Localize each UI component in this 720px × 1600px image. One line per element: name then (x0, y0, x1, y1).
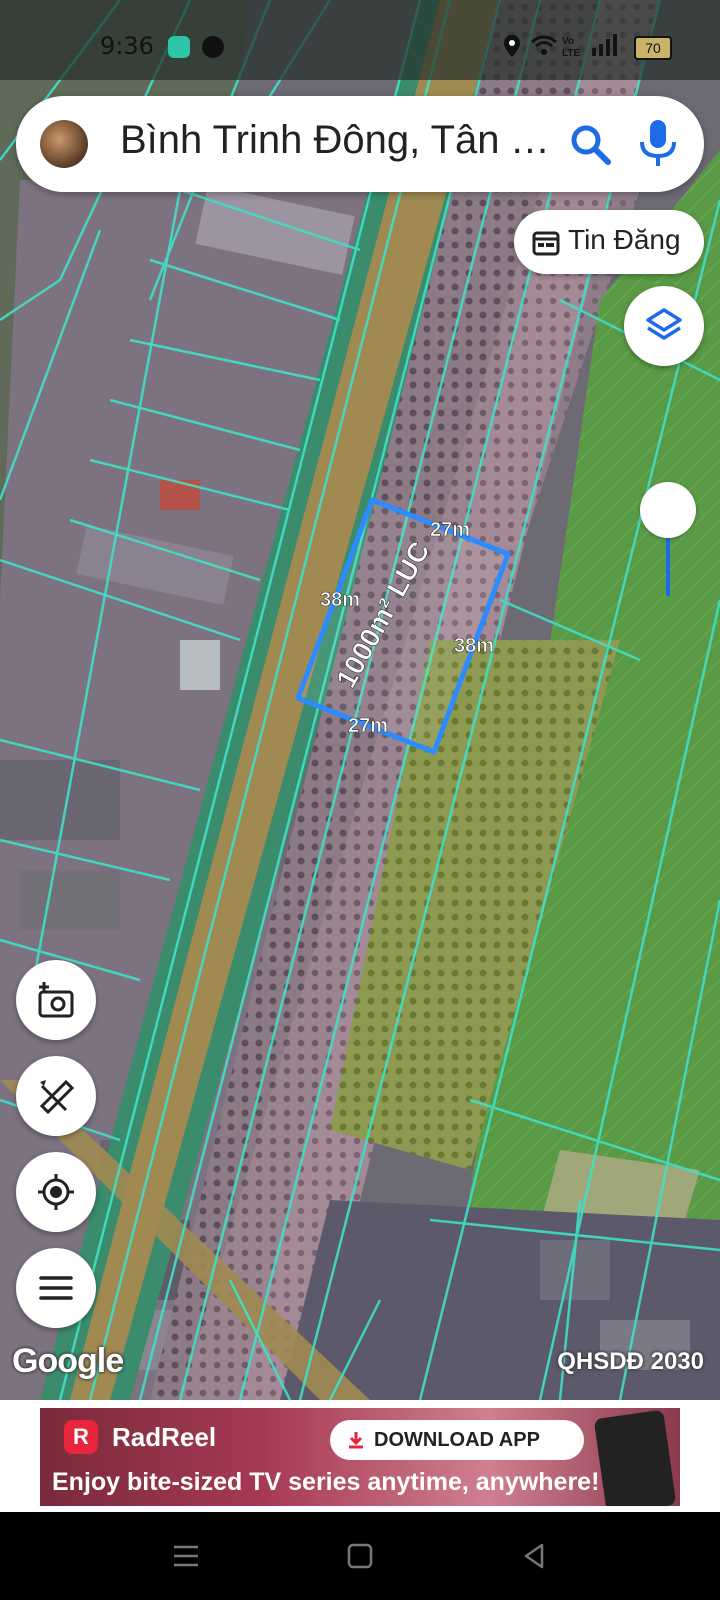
avatar[interactable] (40, 120, 88, 168)
google-attribution: Google (12, 1342, 124, 1380)
ad-tagline: Enjoy bite-sized TV series anytime, anyw… (52, 1468, 600, 1496)
listings-chip[interactable]: Tin Đăng (514, 210, 704, 274)
parcel-boundary[interactable] (295, 497, 511, 755)
system-nav-bar (0, 1512, 720, 1600)
location-icon (504, 35, 520, 57)
messenger-icon (168, 36, 190, 58)
download-app-button[interactable]: DOWNLOAD APP (330, 1420, 584, 1460)
camera-add-icon (38, 982, 74, 1018)
search-input[interactable]: Bình Trinh Đông, Tân T... (120, 118, 550, 163)
ad-container: R RadReel DOWNLOAD APP Enjoy bite-sized … (0, 1400, 720, 1512)
status-time: 9:36 (100, 32, 154, 60)
svg-text:Vo: Vo (562, 36, 574, 47)
add-photo-button[interactable] (16, 960, 96, 1040)
search-bar[interactable]: Bình Trinh Đông, Tân T... (16, 96, 704, 192)
download-icon (349, 1432, 363, 1449)
mic-icon[interactable] (636, 118, 680, 170)
parcel-edge-right: 38m (454, 635, 494, 657)
parcel-edge-left: 38m (320, 589, 360, 611)
layers-button[interactable] (624, 286, 704, 366)
battery-icon: 70 (634, 36, 672, 60)
facebook-icon (202, 36, 224, 58)
measure-button[interactable] (16, 1056, 96, 1136)
opacity-slider-handle[interactable] (640, 482, 696, 538)
plan-layer-label: QHSDĐ 2030 (557, 1348, 704, 1375)
ad-phone-image (593, 1409, 677, 1506)
parcel-edge-bottom: 27m (348, 715, 388, 737)
download-app-label: DOWNLOAD APP (374, 1429, 540, 1451)
wifi-icon (531, 35, 557, 55)
status-bar: 9:36 Vo LTE 70 (0, 0, 720, 80)
volte-icon: VoLTE (562, 36, 580, 58)
ad-brand: RadReel (112, 1422, 217, 1452)
opacity-slider-track[interactable] (666, 536, 670, 596)
layers-icon (646, 308, 682, 340)
home-icon[interactable] (346, 1542, 374, 1570)
svg-text:LTE: LTE (562, 48, 580, 58)
ruler-icon (39, 1079, 75, 1115)
recent-apps-icon[interactable] (172, 1542, 200, 1570)
my-location-button[interactable] (16, 1152, 96, 1232)
parcel-edge-top: 27m (430, 519, 470, 541)
radreel-logo: R (64, 1420, 98, 1454)
menu-button[interactable] (16, 1248, 96, 1328)
my-location-icon (38, 1174, 74, 1210)
back-icon[interactable] (520, 1542, 548, 1570)
menu-icon (39, 1276, 73, 1300)
search-icon[interactable] (568, 122, 612, 166)
listings-chip-label: Tin Đăng (568, 224, 681, 255)
signal-icon (592, 34, 617, 56)
calendar-icon (532, 231, 560, 256)
ad-banner[interactable]: R RadReel DOWNLOAD APP Enjoy bite-sized … (40, 1408, 680, 1506)
